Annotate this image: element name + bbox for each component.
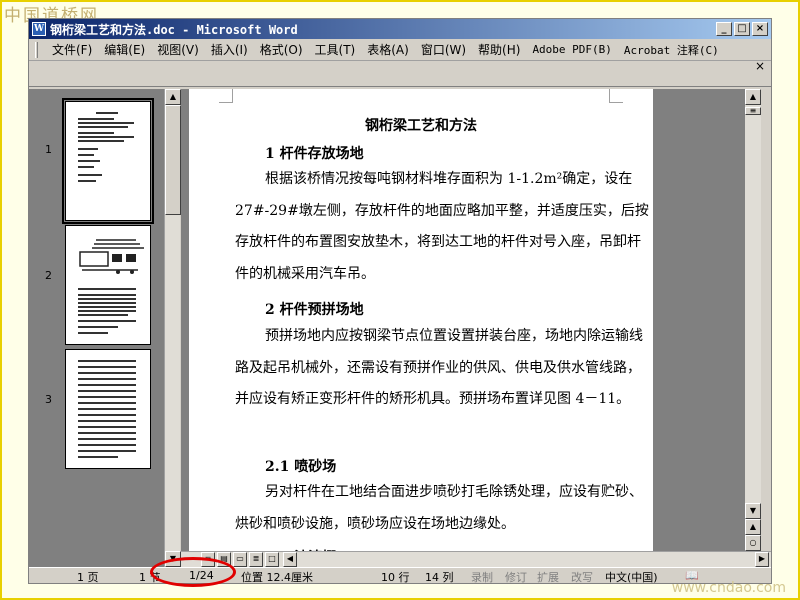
document-page[interactable]: 钢桁梁工艺和方法 1 杆件存放场地 根据该桥情况按每吨钢材料堆存面积为 1-1.… xyxy=(189,89,653,567)
scroll-right-icon[interactable]: ▶ xyxy=(755,552,769,567)
margin-corner-mark xyxy=(219,89,233,103)
menu-window[interactable]: 窗口(W) xyxy=(415,41,472,58)
thumbnail-scroll-thumb[interactable] xyxy=(165,105,181,215)
print-view-icon[interactable]: ▭ xyxy=(233,552,247,567)
scroll-down-icon[interactable]: ▼ xyxy=(745,503,761,519)
document-vertical-scrollbar[interactable]: ▲ ≡ ▼ ▲ ○ ▼ xyxy=(745,89,761,567)
document-area: 钢桁梁工艺和方法 1 杆件存放场地 根据该桥情况按每吨钢材料堆存面积为 1-1.… xyxy=(181,89,753,567)
status-overtype[interactable]: 改写 xyxy=(571,569,593,585)
menu-edit[interactable]: 编辑(E) xyxy=(98,41,151,58)
status-line: 10 行 xyxy=(381,571,410,584)
menu-grip[interactable] xyxy=(35,41,38,58)
status-record[interactable]: 录制 xyxy=(471,569,493,585)
menu-acrobat-comments[interactable]: Acrobat 注释(C) xyxy=(618,42,725,58)
diagram-thumbnail-icon xyxy=(79,239,144,274)
previous-page-icon[interactable]: ▲ xyxy=(745,519,761,535)
status-position: 位置 12.4厘米 xyxy=(241,571,313,584)
thumbnail-number: 3 xyxy=(45,393,52,406)
outline-view-icon[interactable]: ≣ xyxy=(249,552,263,567)
thumbnail-number: 2 xyxy=(45,269,52,282)
thumbnail-page-2[interactable] xyxy=(65,225,151,345)
thumbnail-pane: 1 2 3 ▲ ▼ xyxy=(29,89,181,567)
scroll-up-icon[interactable]: ▲ xyxy=(745,89,761,105)
menu-adobe-pdf[interactable]: Adobe PDF(B) xyxy=(526,43,617,56)
minimize-button[interactable]: _ xyxy=(716,22,732,36)
thumbnail-number: 1 xyxy=(45,143,52,156)
margin-corner-mark xyxy=(609,89,623,103)
paragraph-3: 另对杆件在工地结合面进步喷砂打毛除锈处理，应设有贮砂、烘砂和喷砂设施，喷砂场应设… xyxy=(235,484,643,532)
thumbnail-page-3[interactable] xyxy=(65,349,151,469)
status-extend[interactable]: 扩展 xyxy=(537,569,559,585)
menu-file[interactable]: 文件(F) xyxy=(46,41,98,58)
heading-1: 1 杆件存放场地 xyxy=(265,146,364,162)
document-close-icon[interactable]: × xyxy=(755,59,765,73)
watermark-bottom: www.cndao.com xyxy=(671,580,786,596)
heading-2: 2 杆件预拼场地 xyxy=(265,302,364,318)
document-horizontal-scrollbar[interactable]: ≡ ▤ ▭ ≣ □ ◀ ▶ xyxy=(181,551,771,567)
status-language[interactable]: 中文(中国) xyxy=(605,569,658,585)
split-handle[interactable]: ≡ xyxy=(745,107,761,115)
select-browse-object-icon[interactable]: ○ xyxy=(745,535,761,551)
workspace: 1 2 3 ▲ ▼ 钢桁梁工艺和方法 1 杆件存放场地 根据该桥情况按每吨钢材料… xyxy=(29,89,771,567)
maximize-button[interactable]: □ xyxy=(734,22,750,36)
status-column: 14 列 xyxy=(425,571,454,584)
status-track-changes[interactable]: 修订 xyxy=(505,569,527,585)
word-app-icon[interactable]: W xyxy=(32,22,46,36)
document-title: 钢桁梁工艺和方法 xyxy=(365,118,477,134)
menu-view[interactable]: 视图(V) xyxy=(151,41,205,58)
menu-insert[interactable]: 插入(I) xyxy=(205,41,254,58)
status-bar: 1 页 1 节 1/24 位置 12.4厘米 10 行 14 列 录制 修订 扩… xyxy=(29,567,771,585)
thumbnail-page-1[interactable] xyxy=(62,98,154,224)
menu-table[interactable]: 表格(A) xyxy=(361,41,415,58)
title-bar[interactable]: W 钢桁梁工艺和方法.doc - Microsoft Word _ □ × xyxy=(29,19,771,39)
scroll-left-icon[interactable]: ◀ xyxy=(283,552,297,567)
menu-format[interactable]: 格式(O) xyxy=(254,41,309,58)
close-button[interactable]: × xyxy=(752,22,768,36)
menu-tools[interactable]: 工具(T) xyxy=(309,41,362,58)
status-page: 1 页 xyxy=(77,571,99,584)
toolbar-area xyxy=(29,61,771,87)
menu-help[interactable]: 帮助(H) xyxy=(472,41,526,58)
word-window: W 钢桁梁工艺和方法.doc - Microsoft Word _ □ × 文件… xyxy=(28,18,772,584)
highlight-annotation-circle xyxy=(150,557,236,587)
reading-view-icon[interactable]: □ xyxy=(265,552,279,567)
thumbnail-scroll-up-icon[interactable]: ▲ xyxy=(165,89,181,105)
thumbnail-scrollbar[interactable]: ▲ ▼ xyxy=(164,89,181,567)
paragraph-2: 预拼场地内应按钢梁节点位置设置拼装台座，场地内除运输线路及起吊机械外，还需设有预… xyxy=(235,328,643,407)
heading-3: 2.1 喷砂场 xyxy=(265,459,337,475)
menu-bar: 文件(F) 编辑(E) 视图(V) 插入(I) 格式(O) 工具(T) 表格(A… xyxy=(29,39,771,61)
paragraph-1: 根据该桥情况按每吨钢材料堆存面积为 1-1.2m²确定，设在 27#-29#墩左… xyxy=(235,171,649,282)
window-title: 钢桁梁工艺和方法.doc - Microsoft Word xyxy=(50,22,298,37)
